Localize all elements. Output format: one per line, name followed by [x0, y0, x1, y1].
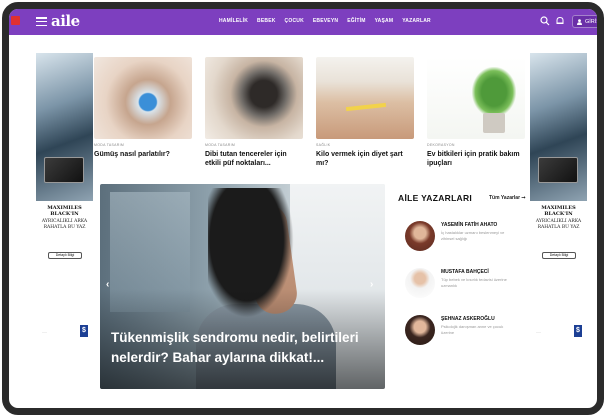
search-icon[interactable]	[540, 16, 550, 26]
article-thumbnail-diet[interactable]	[316, 57, 414, 139]
nav-item-yazarlar[interactable]: YAZARLAR	[402, 18, 431, 24]
avatar	[405, 221, 435, 251]
measuring-tape	[345, 102, 387, 112]
writer-description: İç hastalıklar uzmanı beslenmeyi ve zihi…	[441, 230, 505, 241]
article-title[interactable]: Ev bitkileri için pratik bakım ipuçları	[427, 150, 523, 168]
ad-subtitle: AYRICALIKLI ARKA RAHATLA BU YAZ	[41, 219, 88, 230]
bank-name: ·····	[42, 330, 47, 334]
plant-leaves	[472, 67, 516, 117]
plant-pot	[483, 113, 505, 133]
writer-description: Psikolojik danışman anne ve çocuk üzerin…	[441, 324, 504, 335]
ad-button[interactable]: Detaylı Bilgi	[48, 252, 82, 259]
ad-image	[530, 53, 587, 201]
credit-card-image	[538, 157, 578, 183]
article-thumbnail-plants[interactable]	[427, 57, 525, 139]
user-icon	[577, 18, 582, 25]
bank-logo: $	[80, 325, 88, 337]
nav-item-egitim[interactable]: EĞİTİM	[347, 18, 365, 24]
writer-description: Tüp bebek ve kısırlık tedavisi üzerine u…	[441, 277, 507, 288]
top-navigation-bar: aile HAMİLELİK BEBEK ÇOCUK EBEVEYN EĞİTİ…	[9, 9, 597, 35]
slider-prev-icon[interactable]: ‹	[106, 279, 109, 290]
login-label: GİRİŞ	[585, 18, 600, 25]
writers-heading: AİLE YAZARLARI	[398, 193, 473, 203]
ad-image	[36, 53, 93, 201]
nav-item-bebek[interactable]: BEBEK	[257, 18, 276, 24]
article-thumbnail-pots[interactable]	[205, 57, 303, 139]
flag-icon	[11, 16, 20, 25]
browser-frame: aile HAMİLELİK BEBEK ÇOCUK EBEVEYN EĞİTİ…	[2, 2, 604, 415]
avatar	[405, 268, 435, 298]
site-logo[interactable]: aile	[51, 12, 80, 30]
slider-next-icon[interactable]: ›	[370, 279, 373, 290]
article-title[interactable]: Kilo vermek için diyet şart mı?	[316, 150, 412, 168]
article-category: MODA TASARIM	[94, 143, 125, 147]
article-title[interactable]: Dibi tutan tencereler için etkili püf no…	[205, 150, 301, 168]
ad-title: MAXIMILES BLACK'IN	[541, 205, 576, 217]
main-nav: HAMİLELİK BEBEK ÇOCUK EBEVEYN EĞİTİM YAŞ…	[219, 18, 431, 24]
hero-slider[interactable]: ‹ › Tükenmişlik sendromu nedir, belirtil…	[100, 184, 385, 389]
credit-card-image	[44, 157, 84, 183]
nav-item-yasam[interactable]: YAŞAM	[375, 18, 394, 24]
article-title[interactable]: Gümüş nasıl parlatılır?	[94, 150, 190, 159]
all-writers-link[interactable]: Tüm Yazarlar ➞	[489, 195, 526, 201]
bell-icon[interactable]	[555, 16, 565, 26]
writer-name: ŞEHNAZ ASKEROĞLU	[441, 316, 495, 322]
writer-item[interactable]: ŞEHNAZ ASKEROĞLU Psikolojik danışman ann…	[405, 315, 535, 357]
ad-button[interactable]: Detaylı Bilgi	[542, 252, 576, 259]
writer-name: YASEMİN FATİH AHATO	[441, 222, 498, 228]
writer-item[interactable]: MUSTAFA BAHÇECİ Tüp bebek ve kısırlık te…	[405, 268, 535, 310]
hero-title[interactable]: Tükenmişlik sendromu nedir, belirtileri …	[111, 328, 376, 368]
article-category: MODA TASARIM	[205, 143, 236, 147]
ad-subtitle: AYRICALIKLI ARKA RAHATLA BU YAZ	[535, 219, 582, 230]
login-button[interactable]: GİRİŞ	[572, 15, 600, 28]
article-category: SAĞLIK	[316, 143, 331, 147]
bank-name: ·····	[536, 330, 541, 334]
writer-item[interactable]: YASEMİN FATİH AHATO İç hastalıklar uzman…	[405, 221, 535, 263]
ad-title: MAXIMILES BLACK'IN	[47, 205, 82, 217]
bank-logo: $	[574, 325, 582, 337]
article-category: DEKORASYON	[427, 143, 455, 147]
article-thumbnail-silver[interactable]	[94, 57, 192, 139]
nav-item-ebeveyn[interactable]: EBEVEYN	[313, 18, 338, 24]
avatar	[405, 315, 435, 345]
right-banner-ad[interactable]: MAXIMILES BLACK'IN AYRICALIKLI ARKA RAHA…	[530, 47, 587, 352]
left-banner-ad[interactable]: MAXIMILES BLACK'IN AYRICALIKLI ARKA RAHA…	[36, 47, 93, 352]
nav-item-hamilelik[interactable]: HAMİLELİK	[219, 18, 248, 24]
menu-icon[interactable]	[36, 17, 47, 26]
nav-item-cocuk[interactable]: ÇOCUK	[285, 18, 304, 24]
writer-name: MUSTAFA BAHÇECİ	[441, 269, 489, 275]
